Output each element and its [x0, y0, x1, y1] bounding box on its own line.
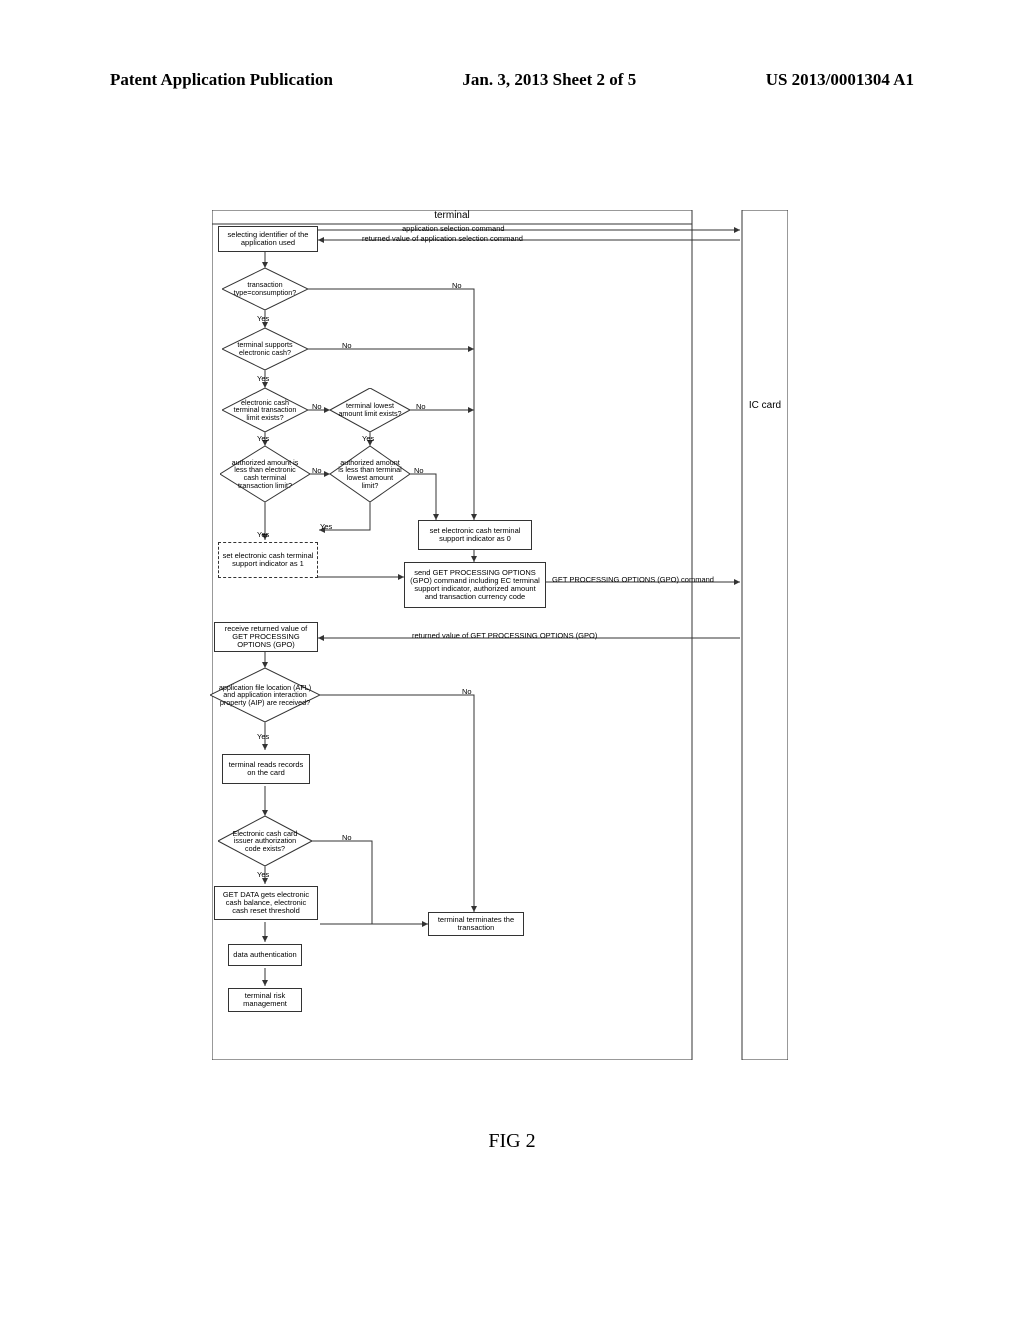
figure-label: FIG 2 [0, 1130, 1024, 1153]
node-lowest-limit-exists: terminal lowest amount limit exists? [330, 388, 410, 432]
label-no-7: No [462, 687, 472, 696]
node-ec-limit-exists: electronic cash terminal transaction lim… [222, 388, 308, 432]
label-yes-8: Yes [257, 870, 269, 879]
label-yes-3: Yes [257, 434, 269, 443]
node-send-gpo: send GET PROCESSING OPTIONS (GPO) comman… [404, 562, 546, 608]
msg-app-select-return: returned value of application selection … [362, 234, 523, 243]
label-yes-1: Yes [257, 314, 269, 323]
node-auth-less-ec: authorized amount is less than electroni… [220, 446, 310, 502]
node-data-authentication: data authentication [228, 944, 302, 966]
node-auth-less-lowest: authorized amount is less than terminal … [330, 446, 410, 502]
label-no-5: No [312, 466, 322, 475]
node-transaction-type: transaction type=consumption? [222, 268, 308, 310]
header-right: US 2013/0001304 A1 [766, 70, 914, 90]
node-afl-aip-received: application file location (AFL) and appl… [210, 668, 320, 722]
label-no-3: No [312, 402, 322, 411]
msg-app-select-cmd: application selection command [402, 224, 505, 233]
label-yes-7: Yes [257, 732, 269, 741]
node-read-records: terminal reads records on the card [222, 754, 310, 784]
header-left: Patent Application Publication [110, 70, 333, 90]
lane-iccard-title: IC card [742, 400, 788, 411]
label-no-8: No [342, 833, 352, 842]
label-no-6: No [414, 466, 424, 475]
label-no-4: No [416, 402, 426, 411]
label-yes-5: Yes [257, 530, 269, 539]
header-center: Jan. 3, 2013 Sheet 2 of 5 [462, 70, 636, 90]
msg-gpo-return: returned value of GET PROCESSING OPTIONS… [412, 631, 597, 640]
label-yes-4: Yes [362, 434, 374, 443]
msg-gpo-cmd: GET PROCESSING OPTIONS (GPO) command [552, 575, 714, 584]
page-header: Patent Application Publication Jan. 3, 2… [0, 70, 1024, 90]
label-yes-6: Yes [320, 522, 332, 531]
label-no-1: No [452, 281, 462, 290]
node-ec-auth-code: Electronic cash card issuer authorizatio… [218, 816, 312, 866]
node-set-indicator-1: set electronic cash terminal support ind… [218, 542, 318, 578]
flowchart-diagram: terminal IC card application selection c… [212, 210, 788, 1060]
node-supports-ec: terminal supports electronic cash? [222, 328, 308, 370]
lane-terminal-title: terminal [212, 210, 692, 221]
node-select-identifier: selecting identifier of the application … [218, 226, 318, 252]
label-yes-2: Yes [257, 374, 269, 383]
node-terminate: terminal terminates the transaction [428, 912, 524, 936]
label-no-2: No [342, 341, 352, 350]
node-receive-gpo: receive returned value of GET PROCESSING… [214, 622, 318, 652]
node-risk-management: terminal risk management [228, 988, 302, 1012]
node-set-indicator-0: set electronic cash terminal support ind… [418, 520, 532, 550]
node-get-data: GET DATA gets electronic cash balance, e… [214, 886, 318, 920]
